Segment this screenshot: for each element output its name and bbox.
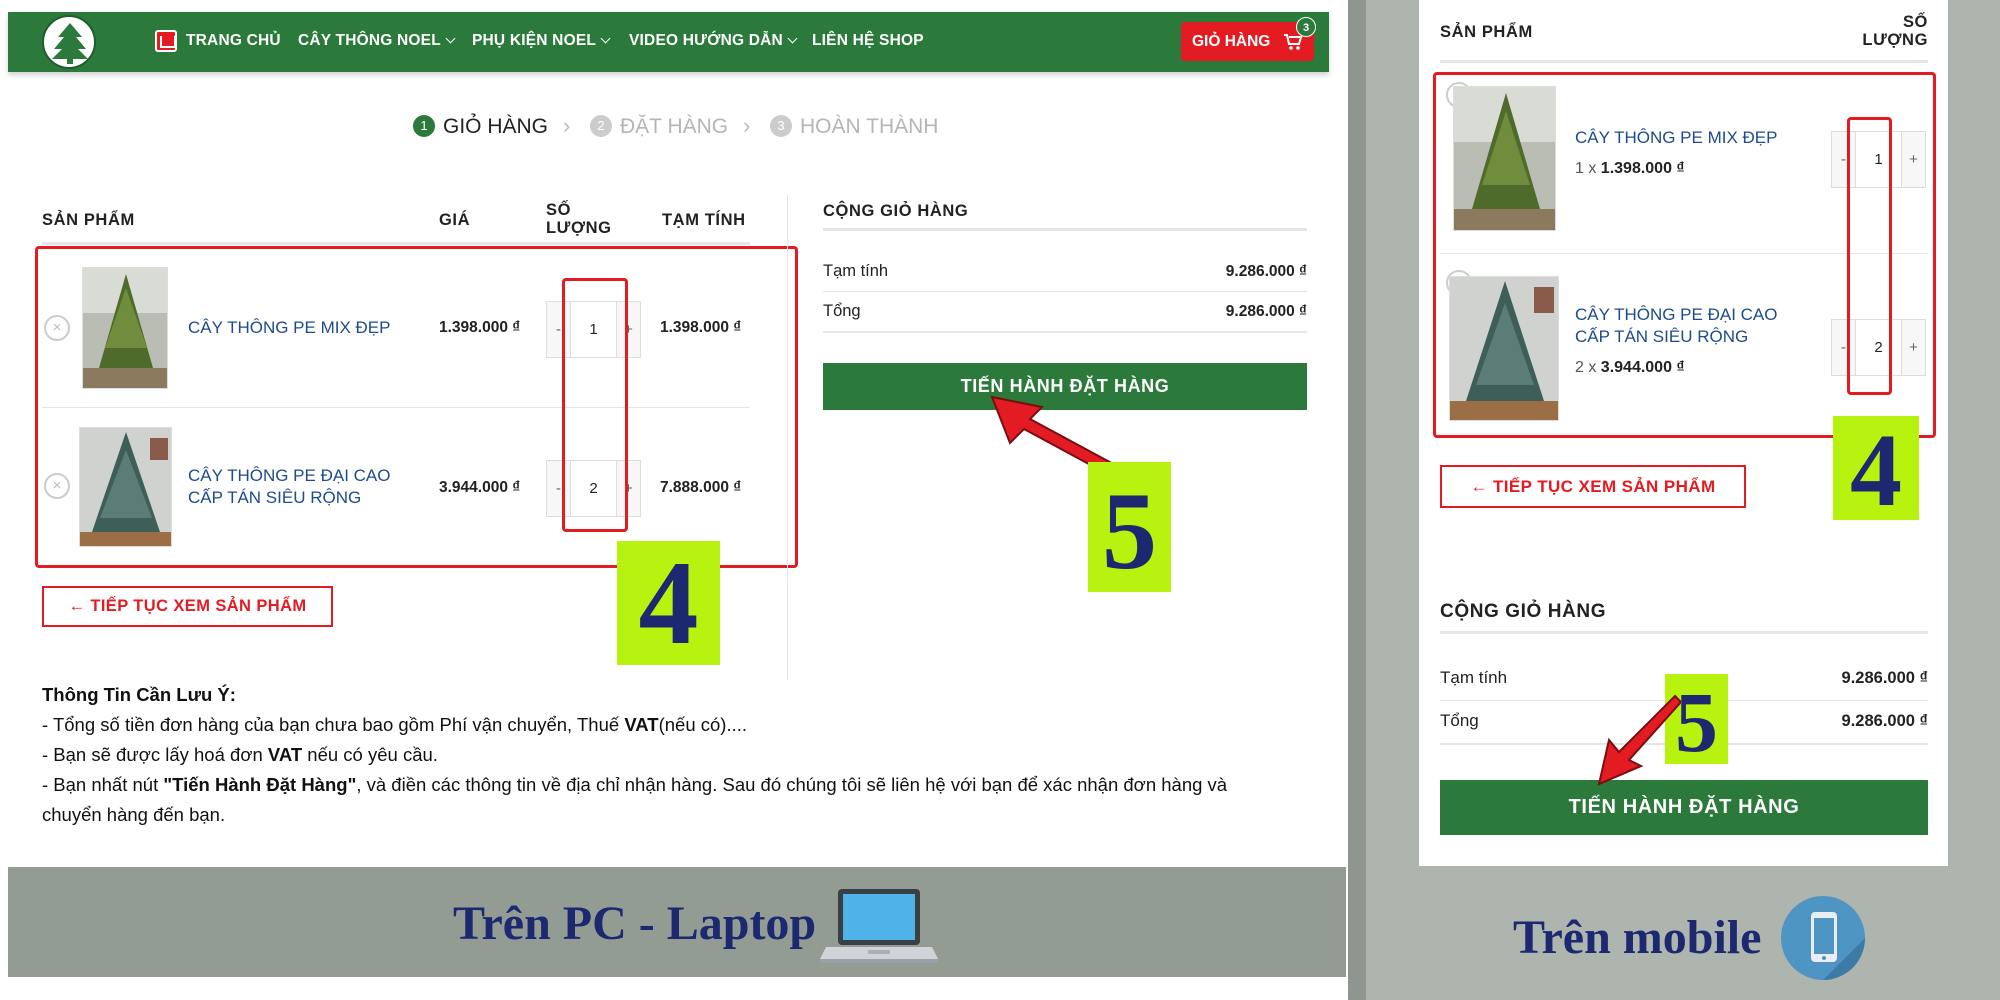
totals-row-divider [823, 331, 1307, 333]
pc-view: Trang chủ Cây thông noel Phụ kiện noel V… [0, 0, 1348, 1000]
totals-subtotal-value: 9.286.000 ₫ [1225, 263, 1307, 280]
step-order: 2 Đặt hàng [590, 115, 728, 140]
notes-line: chuyển hàng đến bạn. [42, 804, 226, 825]
nav-accessories-label: Phụ kiện noel [472, 32, 597, 49]
cart-count-badge: 3 [1296, 17, 1316, 37]
cart-button-label: Giỏ hàng [1192, 33, 1271, 50]
cart-totals-title: Cộng giỏ hàng [823, 202, 969, 220]
step-label: Giỏ hàng [443, 115, 549, 138]
home-icon[interactable] [155, 30, 177, 52]
header-product: Sản phẩm [42, 211, 135, 229]
nav-christmas-trees-label: Cây thông noel [298, 32, 441, 49]
notes-text: (nếu có).... [658, 714, 748, 735]
chevron-down-icon [787, 33, 798, 44]
nav-accessories[interactable]: Phụ kiện noel [472, 32, 611, 50]
mobile-view: Sản phẩm Sốlượng × CÂY THÔNG PE MIX ĐẸP … [1366, 0, 2000, 1000]
notes-line: - Bạn sẽ được lấy hoá đơn VAT nếu có yêu… [42, 740, 1292, 770]
nav-home[interactable]: Trang chủ [186, 32, 281, 50]
notes-block: Thông Tin Cần Lưu Ý: - Tổng số tiền đơn … [42, 680, 1292, 830]
totals-total-label: Tổng [1440, 711, 1479, 730]
highlight-box-products [35, 246, 798, 568]
mobile-cart-card: Sản phẩm Sốlượng × CÂY THÔNG PE MIX ĐẸP … [1419, 0, 1948, 866]
header-product: Sản phẩm [1440, 23, 1533, 41]
header-quantity: Số lượng [546, 201, 612, 237]
phone-icon [1781, 896, 1865, 980]
step-separator: › [563, 113, 571, 138]
annotation-badge-5: 5 [1088, 462, 1171, 592]
notes-line: - Bạn nhất nút "Tiến Hành Đặt Hàng", và … [42, 770, 1292, 800]
arrow-icon [1597, 694, 1681, 786]
nav-videos[interactable]: Video hướng dẫn [629, 32, 798, 50]
view-separator [1348, 0, 1366, 1000]
notes-text: , và điền các thông tin về địa chỉ nhận … [356, 774, 1228, 795]
header-subtotal: Tạm tính [662, 211, 746, 229]
totals-total-value: 9.286.000 ₫ [1841, 712, 1928, 730]
continue-shopping-button[interactable]: ← Tiếp tục xem sản phẩm [42, 586, 333, 627]
notes-text: - Tổng số tiền đơn hàng của bạn chưa bao… [42, 714, 625, 735]
tree-logo-icon[interactable] [42, 15, 96, 69]
annotation-badge-4: 4 [1833, 416, 1919, 526]
notes-bold: VAT [267, 744, 303, 765]
step-number: 1 [413, 115, 435, 137]
totals-total-label: Tổng [823, 302, 861, 320]
column-divider [787, 195, 788, 680]
annotation-badge-4: 4 [617, 541, 720, 665]
header-quantity: Số lượng [1840, 13, 1928, 49]
step-complete: 3 Hoàn thành [770, 115, 938, 140]
header-quantity-line: lượng [546, 219, 612, 237]
pc-banner: Trên PC - Laptop [8, 867, 1346, 977]
highlight-box-quantity [1847, 117, 1892, 395]
header-divider [42, 242, 750, 245]
totals-subtotal-label: Tạm tính [1440, 668, 1508, 687]
highlight-box-quantity [562, 278, 628, 532]
totals-subtotal-label: Tạm tính [823, 262, 889, 280]
notes-text: - Bạn sẽ được lấy hoá đơn [42, 744, 268, 765]
header-quantity-line: Số [1902, 13, 1928, 31]
notes-bold: VAT [624, 714, 659, 735]
step-label: Đặt hàng [620, 115, 729, 138]
step-number: 2 [590, 115, 612, 137]
continue-shopping-button[interactable]: ← Tiếp tục xem sản phẩm [1440, 465, 1746, 508]
step-label: Hoàn thành [800, 115, 939, 138]
totals-total-value: 9.286.000 ₫ [1225, 303, 1307, 320]
cart-button[interactable]: Giỏ hàng 3 [1181, 17, 1316, 61]
pc-banner-text: Trên PC - Laptop [453, 897, 817, 950]
header-price: Giá [439, 211, 471, 229]
notes-text: nếu có yêu cầu. [302, 744, 438, 765]
nav-contact[interactable]: Liên hệ shop [812, 32, 924, 50]
header-divider [1440, 60, 1928, 63]
header-quantity-line: lượng [1862, 31, 1928, 49]
step-cart: 1 Giỏ hàng [413, 115, 548, 140]
chevron-down-icon [600, 33, 611, 44]
main-nav: Trang chủ Cây thông noel Phụ kiện noel V… [8, 12, 1329, 72]
cart-totals-title: Cộng giỏ hàng [1440, 601, 1607, 622]
totals-divider [823, 228, 1307, 231]
nav-videos-label: Video hướng dẫn [629, 32, 783, 49]
cart-icon [1284, 34, 1303, 50]
notes-text: - Bạn nhất nút [42, 774, 164, 795]
totals-divider [1440, 631, 1928, 634]
totals-subtotal-value: 9.286.000 ₫ [1841, 669, 1928, 687]
notes-line: - Tổng số tiền đơn hàng của bạn chưa bao… [42, 710, 1292, 740]
notes-title-text: Thông Tin Cần Lưu Ý: [42, 684, 236, 705]
laptop-icon [820, 889, 938, 963]
totals-row-divider [823, 291, 1307, 292]
header-quantity-line: Số [546, 201, 572, 219]
mobile-banner-text: Trên mobile [1513, 911, 1762, 964]
step-separator: › [743, 113, 751, 138]
step-number: 3 [770, 115, 792, 137]
notes-bold: "Tiến Hành Đặt Hàng" [163, 774, 357, 795]
chevron-down-icon [445, 33, 456, 44]
nav-christmas-trees[interactable]: Cây thông noel [298, 32, 456, 50]
checkout-button[interactable]: Tiến hành đặt hàng [1440, 780, 1928, 835]
notes-title: Thông Tin Cần Lưu Ý: [42, 680, 1292, 710]
